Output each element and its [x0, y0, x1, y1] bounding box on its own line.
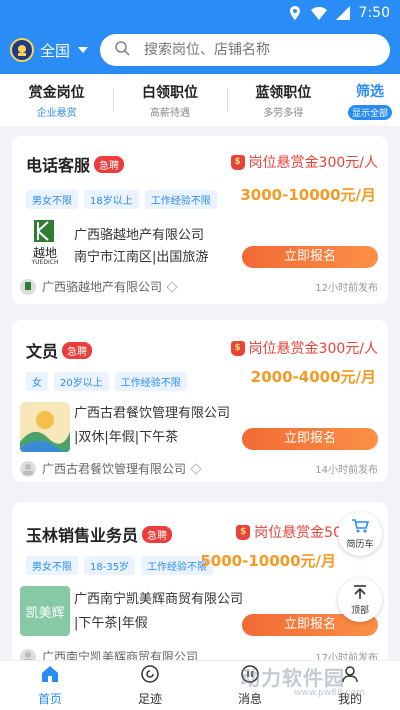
app-logo-icon: [10, 38, 34, 62]
money-bag-icon: $: [230, 340, 245, 356]
apply-button[interactable]: 立即报名: [242, 428, 378, 450]
urgent-badge: 急聘: [62, 341, 93, 359]
resume-cart-button[interactable]: 简历车: [338, 512, 382, 556]
bounty-text: 岗位悬赏金50: [254, 525, 342, 541]
card-footer: 广西骆越地产有限公司 12小时前发布: [20, 278, 378, 295]
category-title: 蓝领职位: [255, 84, 312, 101]
company-name: 广西古君餐饮管理有限公司: [74, 406, 231, 421]
watermark: 动力软件园: [240, 666, 345, 690]
category-bar: 赏金岗位 企业悬赏 白领职位 高薪待遇 蓝领职位 多劳多得 筛选 显示全部: [0, 74, 400, 126]
location-icon: [287, 5, 303, 21]
tab-label: 足迹: [137, 692, 162, 706]
category-title: 白领职位: [141, 84, 198, 101]
home-icon: [40, 664, 60, 687]
category-subtitle: 多劳多得: [263, 107, 304, 119]
salary: 5000-10000元/月: [200, 552, 336, 570]
company-logo: 越地 YUEDICH: [20, 218, 70, 268]
tag-gender: 男女不限: [26, 556, 78, 575]
publish-time: 14小时前发布: [315, 465, 378, 476]
job-location: |下午茶|年假: [74, 616, 148, 631]
publisher-avatar: [20, 278, 36, 295]
search-box[interactable]: [100, 34, 390, 66]
tag-experience: 工作经验不限: [114, 372, 187, 391]
tab-home[interactable]: 首页: [0, 661, 100, 710]
job-tags: 男女不限 18岁以上 工作经验不限: [26, 190, 217, 209]
logo-text: 凯美辉: [25, 606, 65, 621]
status-time: 7:50: [358, 5, 390, 21]
category-subtitle: 企业悬赏: [36, 107, 77, 119]
job-card[interactable]: 文员 急聘 $ 岗位悬赏金300元/人 女 20岁以上 工作经验不限 2000-…: [12, 320, 388, 482]
money-bag-icon: $: [236, 524, 251, 540]
job-tags: 女 20岁以上 工作经验不限: [26, 372, 187, 391]
city-selector[interactable]: 全国: [10, 38, 89, 62]
publish-time: 12小时前发布: [315, 283, 378, 294]
money-bag-icon: $: [230, 154, 245, 170]
publisher-avatar: [20, 460, 36, 477]
resume-cart-label: 简历车: [346, 540, 374, 550]
tag-age: 18岁以上: [84, 190, 139, 209]
tag-age: 20岁以上: [54, 372, 109, 391]
company-logo: 凯美辉: [20, 586, 70, 636]
category-blue-collar[interactable]: 蓝领职位 多劳多得: [226, 82, 340, 119]
publisher-name: 广西骆越地产有限公司: [42, 280, 163, 294]
diamond-icon: [166, 280, 178, 293]
bounty-info: $ 岗位悬赏金300元/人: [230, 338, 378, 358]
category-title: 赏金岗位: [28, 84, 85, 101]
job-title-text: 电话客服: [26, 156, 91, 175]
salary: 3000-10000元/月: [240, 186, 376, 204]
logo-sub: YUEDICH: [31, 259, 59, 266]
job-title-text: 文员: [26, 342, 59, 361]
urgent-badge: 急聘: [94, 155, 125, 173]
tab-label: 首页: [37, 692, 62, 706]
bounty-text: 岗位悬赏金300元/人: [248, 341, 378, 357]
job-title: 电话客服 急聘: [26, 152, 125, 176]
urgent-badge: 急聘: [142, 525, 173, 543]
search-input[interactable]: [144, 42, 375, 58]
caret-down-icon: [78, 47, 89, 53]
category-bounty[interactable]: 赏金岗位 企业悬赏: [0, 82, 113, 119]
diamond-icon: [190, 462, 202, 475]
job-tags: 男女不限 18-35岁 工作经验不限: [26, 556, 214, 575]
filter-badge: 显示全部: [347, 104, 392, 120]
card-footer: 广西古君餐饮管理有限公司 14小时前发布: [20, 460, 378, 477]
tag-gender: 女: [26, 372, 48, 391]
cart-icon: [351, 518, 370, 537]
watermark-url: www.pw88.com: [294, 688, 365, 698]
bounty-info: $ 岗位悬赏金300元/人: [230, 152, 378, 172]
job-title: 文员 急聘: [26, 338, 93, 362]
city-label: 全国: [40, 41, 71, 60]
job-location: 南宁市江南区|出国旅游: [74, 250, 209, 265]
top-bar: 全国: [0, 26, 400, 74]
category-subtitle: 高薪待遇: [149, 107, 190, 119]
publisher-name: 广西古君餐饮管理有限公司: [42, 462, 187, 476]
job-card[interactable]: 玉林销售业务员 急聘 $ 岗位悬赏金50 男女不限 18-35岁 工作经验不限 …: [12, 502, 388, 672]
tag-experience: 工作经验不限: [144, 190, 217, 209]
tab-footprint[interactable]: 足迹: [100, 661, 200, 710]
status-bar: 7:50: [0, 0, 400, 26]
search-icon: [114, 40, 130, 60]
filter-label: 筛选: [355, 83, 384, 100]
job-card[interactable]: 电话客服 急聘 $ 岗位悬赏金300元/人 男女不限 18岁以上 工作经验不限 …: [12, 136, 388, 304]
tag-age: 18-35岁: [84, 556, 136, 575]
wifi-icon: [310, 5, 327, 21]
job-title-text: 玉林销售业务员: [26, 526, 139, 545]
filter-button[interactable]: 筛选 显示全部: [340, 81, 400, 120]
back-to-top-button[interactable]: 顶部: [338, 578, 382, 622]
company-logo: [20, 402, 70, 452]
bounty-info: $ 岗位悬赏金50: [236, 522, 342, 542]
category-white-collar[interactable]: 白领职位 高薪待遇: [113, 82, 226, 119]
bounty-text: 岗位悬赏金300元/人: [248, 155, 378, 171]
tab-label: 消息: [237, 692, 262, 706]
arrow-up-icon: [352, 584, 368, 603]
signal-icon: [335, 5, 351, 21]
job-title: 玉林销售业务员 急聘: [26, 522, 173, 546]
job-location: |双休|年假|下午茶: [74, 430, 179, 445]
company-name: 广西骆越地产有限公司: [74, 228, 205, 243]
back-to-top-label: 顶部: [350, 606, 369, 616]
salary: 2000-4000元/月: [250, 368, 376, 386]
company-name: 广西南宁凯美辉商贸有限公司: [74, 592, 244, 607]
tag-gender: 男女不限: [26, 190, 78, 209]
footprint-icon: [140, 664, 160, 687]
apply-button[interactable]: 立即报名: [242, 246, 378, 268]
